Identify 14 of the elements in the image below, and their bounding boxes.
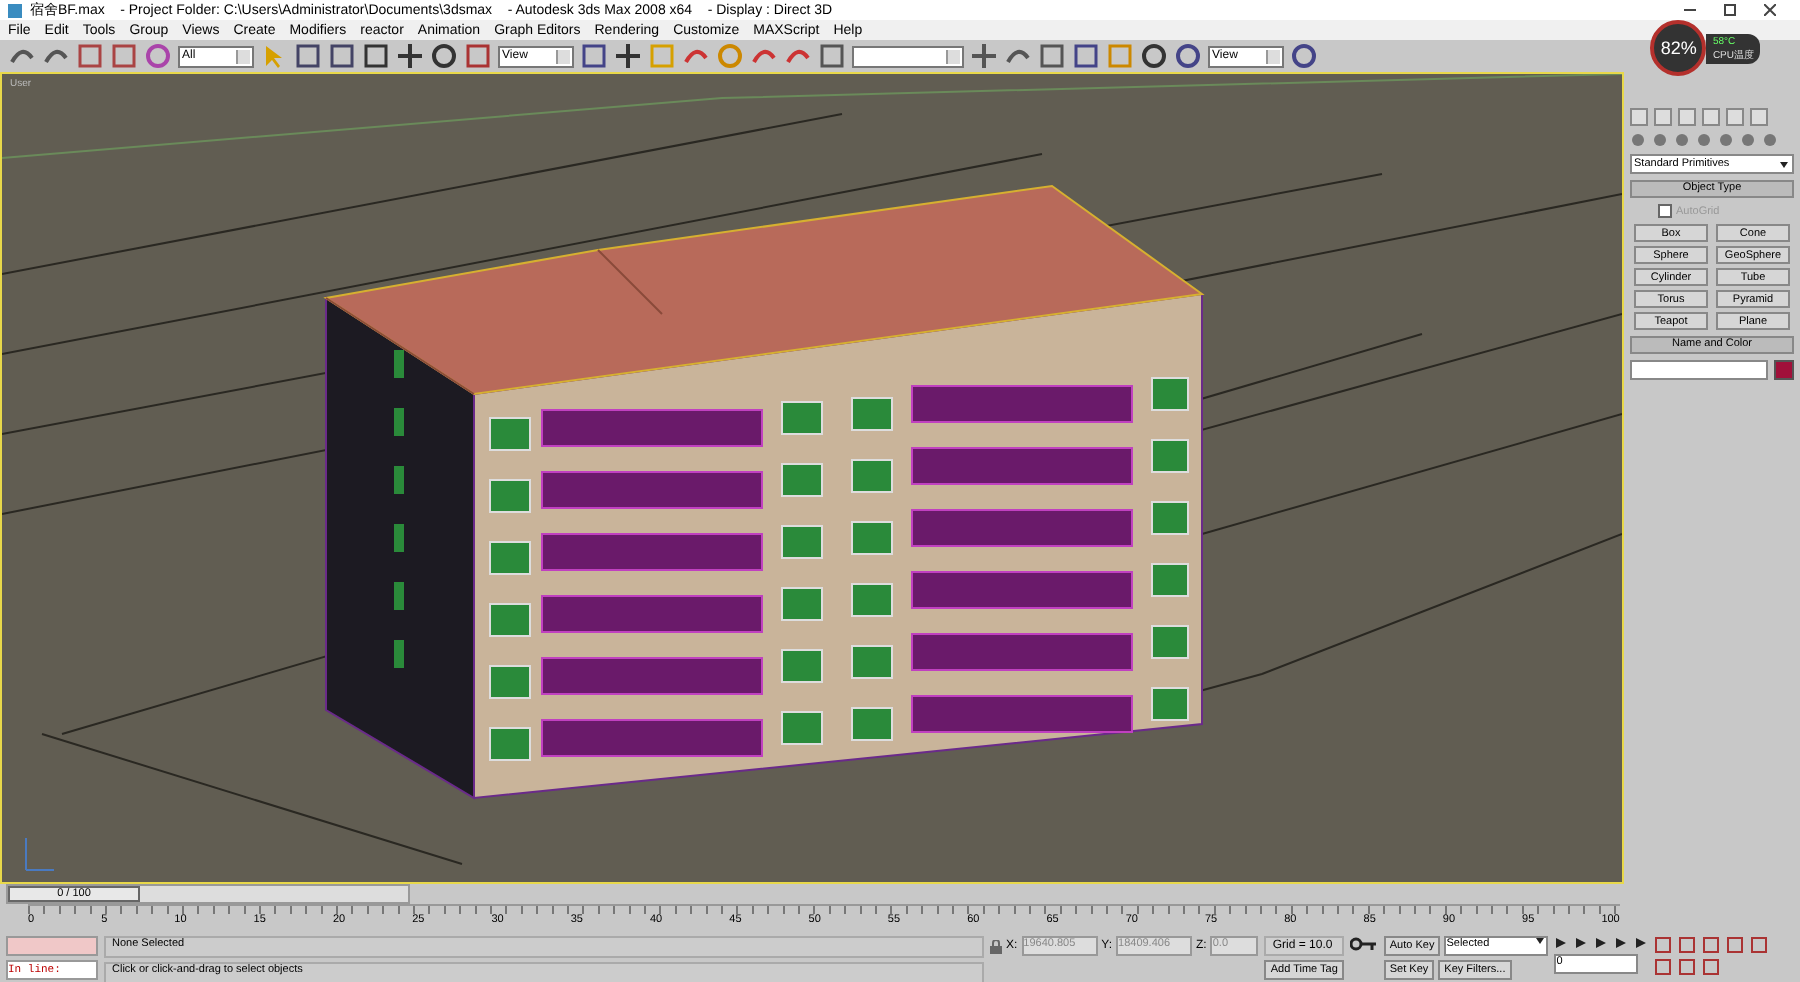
minimize-icon[interactable] — [1684, 4, 1696, 16]
close-icon[interactable] — [1764, 4, 1776, 16]
listener-field[interactable] — [6, 936, 98, 956]
move-icon[interactable] — [396, 42, 424, 70]
axis-tripod-icon — [25, 837, 55, 871]
color-swatch[interactable] — [1774, 360, 1794, 380]
named-selection-dropdown[interactable] — [852, 45, 964, 67]
app-icon — [8, 3, 22, 17]
building-drawing[interactable] — [323, 184, 1205, 800]
restore-icon[interactable] — [1724, 4, 1736, 16]
key-icon[interactable] — [1349, 936, 1378, 952]
object-name-field[interactable] — [1630, 360, 1768, 380]
lock-icon[interactable] — [990, 939, 1002, 953]
cpu-usage-gauge: 82% — [1650, 20, 1707, 76]
